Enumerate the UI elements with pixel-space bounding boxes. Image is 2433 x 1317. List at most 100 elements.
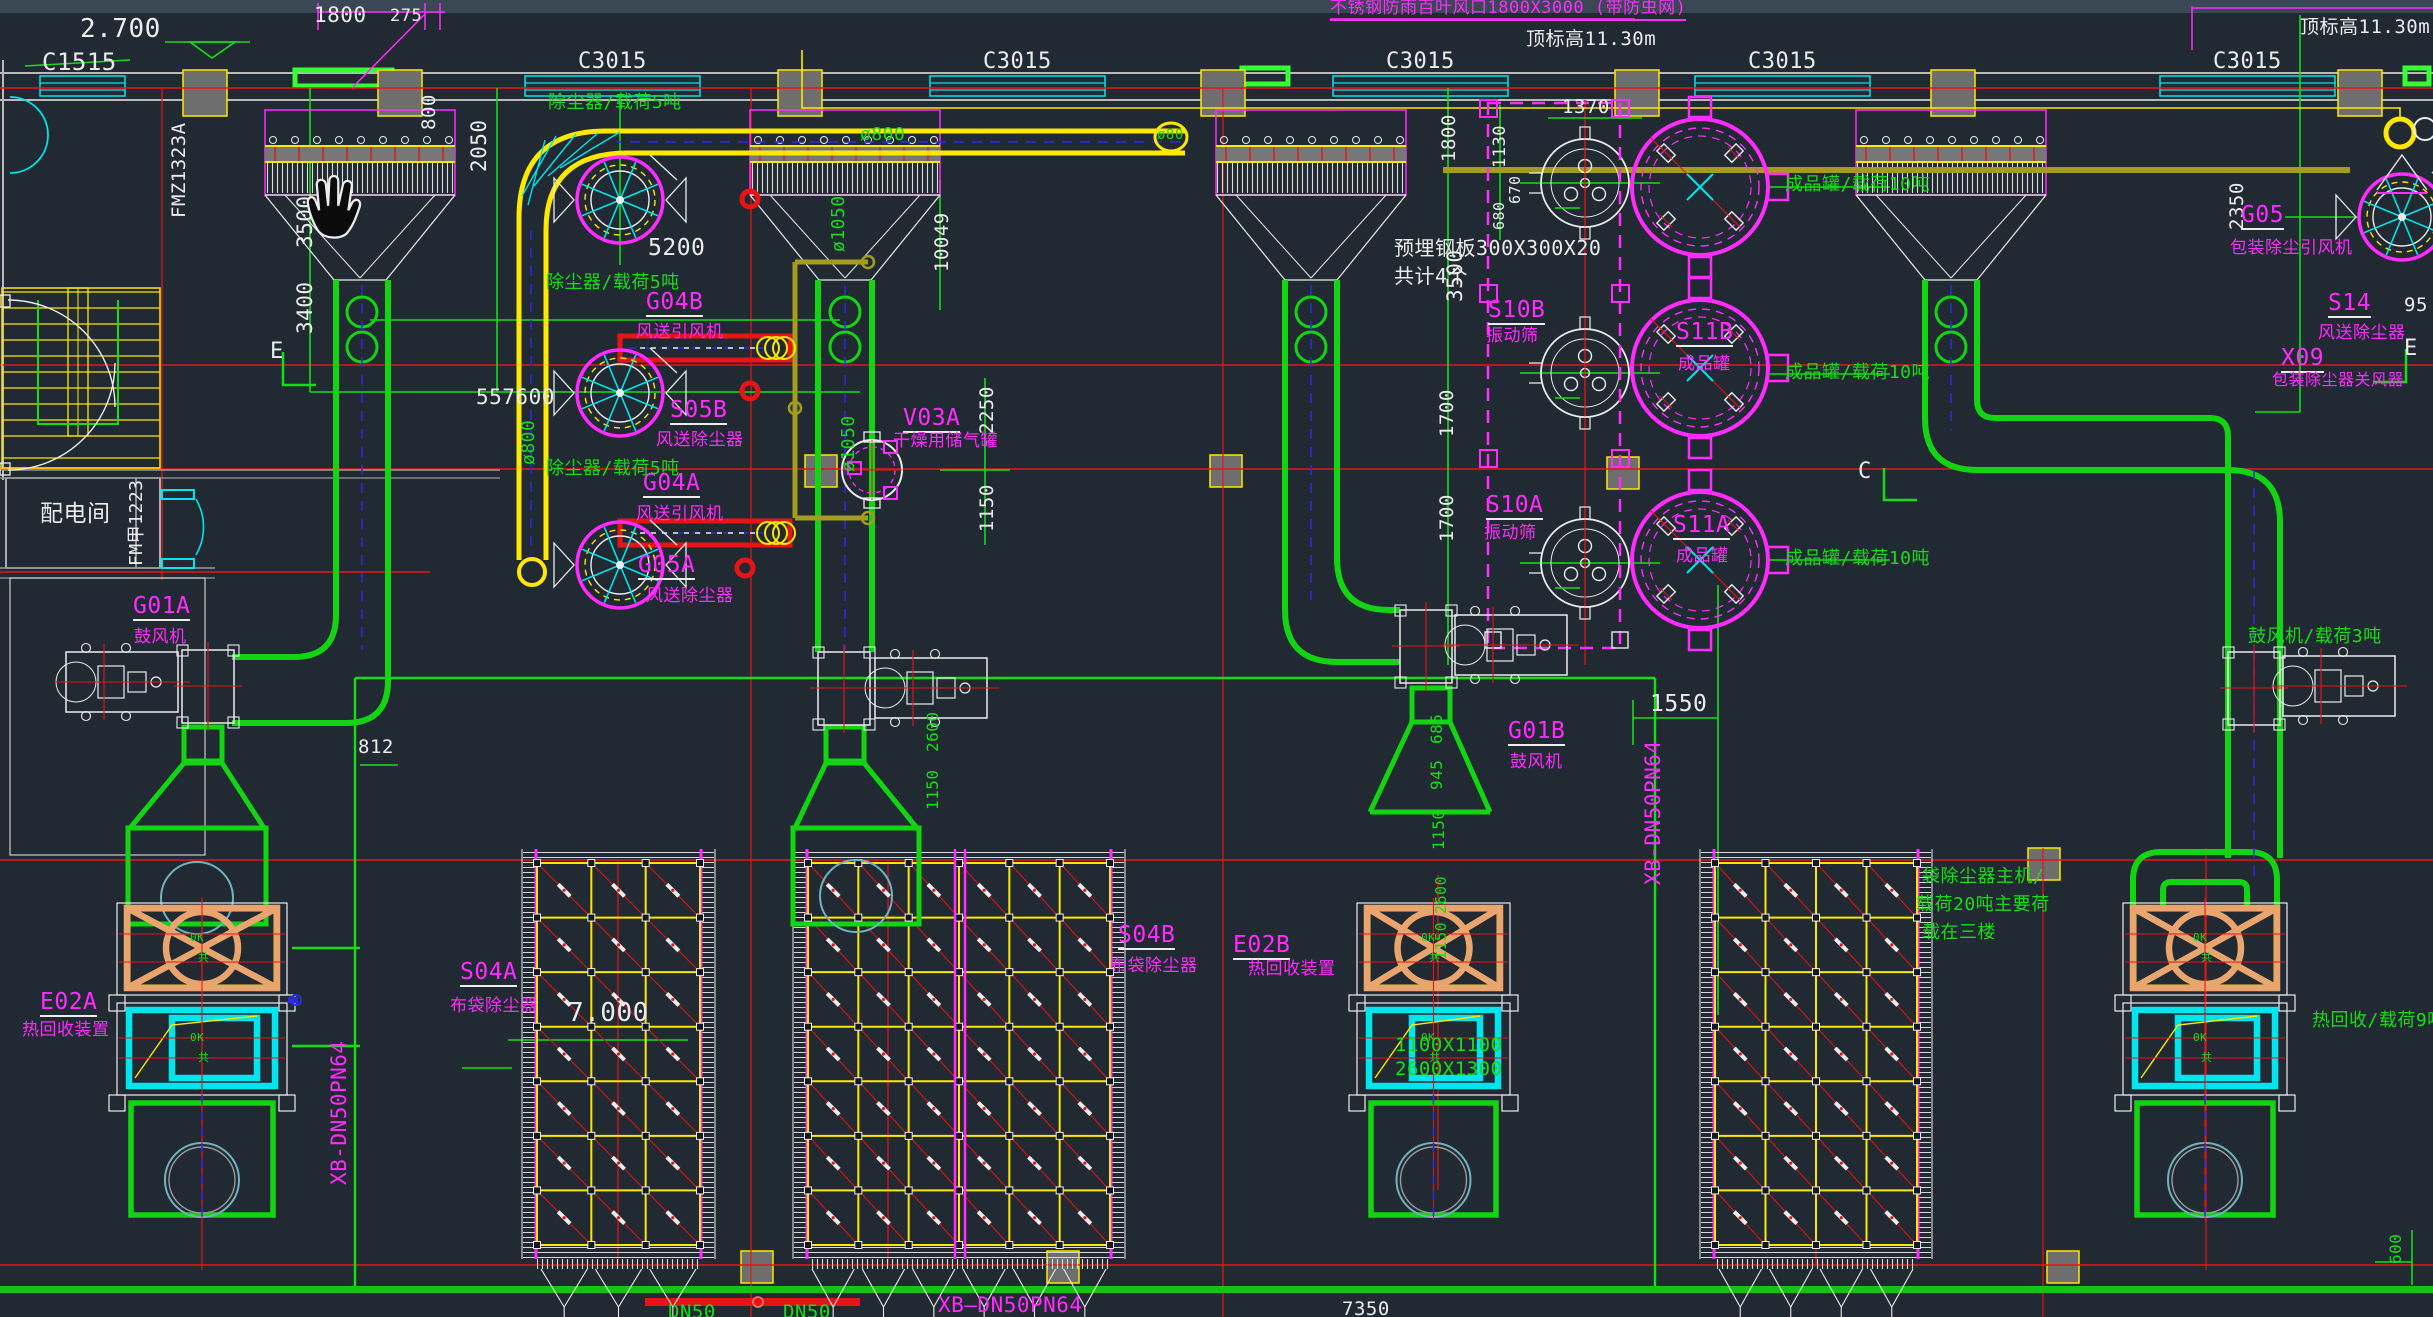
pipe_labels-4: ø1050 (840, 415, 859, 472)
notes-12: 载荷20吨主要荷 (1916, 896, 2050, 915)
equipment_subtitles-14: 热回收装置 (22, 1022, 110, 1040)
equipment_subtitles-7: 振动筛 (1484, 525, 1537, 543)
equipment_tags-4: V03A (903, 406, 960, 433)
tiny_marks-1: 共 (198, 952, 210, 964)
equipment_subtitles-5: 振动筛 (1486, 328, 1539, 346)
notes-10: 热回收/载荷9吨 (2312, 1012, 2433, 1031)
window_marks-5: C3015 (2213, 50, 2282, 73)
tiny_marks-3: 共 (198, 1052, 210, 1064)
equipment_subtitles-10: 风送除尘器 (2318, 325, 2406, 343)
equipment_tags-17: E02B (1233, 933, 1290, 960)
pipe_labels-8: DN50 (783, 1303, 831, 1317)
dimensions-20: 812 (358, 738, 394, 758)
equipment_tags-8: S11A (1673, 513, 1730, 540)
dimensions-15: 1370 (1562, 98, 1610, 118)
equipment_subtitles-4: 干燥用储气罐 (893, 433, 998, 451)
dimensions-24: 2600 (925, 711, 942, 752)
equipment_tags-14: E02A (40, 990, 97, 1017)
dimensions-1: 275 (390, 8, 422, 26)
equipment_tags-10: S14 (2328, 291, 2371, 318)
pipe_labels-3: ø1050 (830, 195, 849, 252)
dimensions-23: 7350 (1342, 1300, 1390, 1317)
equipment_tags-3: G05A (638, 553, 695, 580)
dimensions-5: 3400 (294, 281, 316, 334)
dimensions-11: 1800 (1440, 114, 1460, 162)
window_marks-3: C3015 (1386, 50, 1455, 73)
notes-7: 成品罐/载荷10吨 (1785, 364, 1930, 383)
equipment_tags-15: S04A (460, 960, 517, 987)
tiny_marks-2: 0K (190, 1032, 204, 1044)
dimensions-6: 5200 (648, 236, 705, 260)
notes-6: 成品罐/载荷10吨 (1785, 176, 1930, 195)
dimensions-17: 1700 (1438, 389, 1458, 437)
pipe_labels-0: ø800 (860, 126, 905, 145)
tiny_marks-8: 0K (2193, 932, 2207, 944)
tiny_marks-11: 共 (2201, 1052, 2213, 1064)
elevations-1: 顶标高11.30m (1526, 30, 1656, 50)
equipment_subtitles-11: 包装除尘器关风器 (2272, 372, 2404, 389)
equipment_subtitles-2: 风送引风机 (636, 506, 724, 524)
elevations-3: 7.000 (568, 1000, 649, 1027)
equipment_subtitles-3: 风送除尘器 (646, 588, 734, 606)
tiny_marks-7: 共 (1429, 1052, 1441, 1064)
dimensions-3: 2050 (468, 119, 490, 172)
notes-1: 预埋钢板300X300X20 (1394, 238, 1601, 259)
pipe_labels-9: XB—DN50PN64 (938, 1294, 1083, 1316)
pipe_labels-2: ø800 (520, 420, 539, 465)
cad-canvas[interactable]: C1515C3015C3015C3015C3015C3015FMZ1323AFM… (0, 0, 2433, 1317)
dimensions-10: 10049 (933, 212, 953, 272)
dimensions-29: 600 (2388, 1234, 2405, 1264)
tiny_marks-4: 0K (1421, 932, 1435, 944)
pipe_labels-1: ø80 (1157, 128, 1184, 143)
equipment_subtitles-9: 包装除尘引风机 (2230, 240, 2353, 258)
dimensions-13: 680 (1492, 201, 1508, 230)
dimensions-19: 1550 (1650, 692, 1707, 716)
window_marks-7: FM甲1223 (128, 479, 147, 566)
tiny_marks-5: 共 (1429, 952, 1441, 964)
pipe_labels-7: DN50 (668, 1303, 716, 1317)
dimensions-18: 1700 (1438, 494, 1458, 542)
pipe_labels-10: XB-DN50PN64 (328, 1040, 350, 1185)
equipment_tags-13: G01B (1508, 719, 1565, 746)
equipment_tags-12: G01A (133, 594, 190, 621)
notes-5: 除尘器/载荷5吨 (546, 460, 680, 479)
window_marks-6: FMZ1323A (170, 122, 190, 218)
window_marks-4: C3015 (1748, 50, 1817, 73)
tiny_marks-6: 0K (1421, 1032, 1435, 1044)
notes-8: 成品罐/载荷10吨 (1785, 550, 1930, 569)
notes-11: 袋除尘器主机/ (1922, 868, 2044, 887)
dimensions-9: 1150 (978, 484, 998, 532)
equipment_tags-1: S05B (670, 398, 727, 425)
dimensions-22: 95 (2404, 296, 2428, 316)
window_marks-0: C1515 (42, 50, 117, 75)
window_marks-2: C3015 (983, 50, 1052, 73)
dimensions-0: 1800 (314, 4, 367, 26)
equipment_subtitles-17: 热回收装置 (1248, 961, 1336, 979)
elevations-2: 顶标高11.30m (2300, 18, 2430, 38)
dimensions-25: 1150 (925, 769, 942, 810)
pipe_labels-11: XB-DN50PN64 (1642, 740, 1664, 885)
equipment_subtitles-6: 成品罐 (1678, 356, 1731, 374)
dimensions-2: 800 (420, 94, 440, 130)
dimensions-30: 2600 (1434, 876, 1450, 914)
dimensions-7: 557600 (476, 386, 555, 408)
rooms-0: 配电间 (40, 502, 111, 526)
dimensions-12: 1130 (1492, 125, 1510, 168)
equipment_subtitles-1: 风送除尘器 (656, 432, 744, 450)
equipment_subtitles-0: 风送引风机 (636, 324, 724, 342)
tiny_marks-10: 0K (2193, 1032, 2207, 1044)
elevations-0: 2.700 (80, 16, 161, 43)
axis_marks-1: E (2404, 337, 2418, 360)
notes-2: 共计4个 (1394, 266, 1468, 287)
axis_marks-0: E (270, 340, 284, 363)
pipe_labels-6: 2600X1300 (1395, 1060, 1502, 1080)
equipment_subtitles-13: 鼓风机 (1510, 754, 1563, 772)
pipe_labels-5: 1100X1100 (1395, 1036, 1502, 1056)
dimensions-27: 945 (1429, 760, 1446, 790)
tiny_marks-9: 共 (2201, 952, 2213, 964)
equipment_tags-5: S10B (1488, 298, 1545, 325)
equipment_subtitles-12: 鼓风机 (134, 629, 187, 647)
notes-13: 载在三楼 (1922, 924, 1996, 943)
axis_marks-2: C (1858, 460, 1872, 483)
dimensions-28: 1150 (1431, 809, 1448, 850)
